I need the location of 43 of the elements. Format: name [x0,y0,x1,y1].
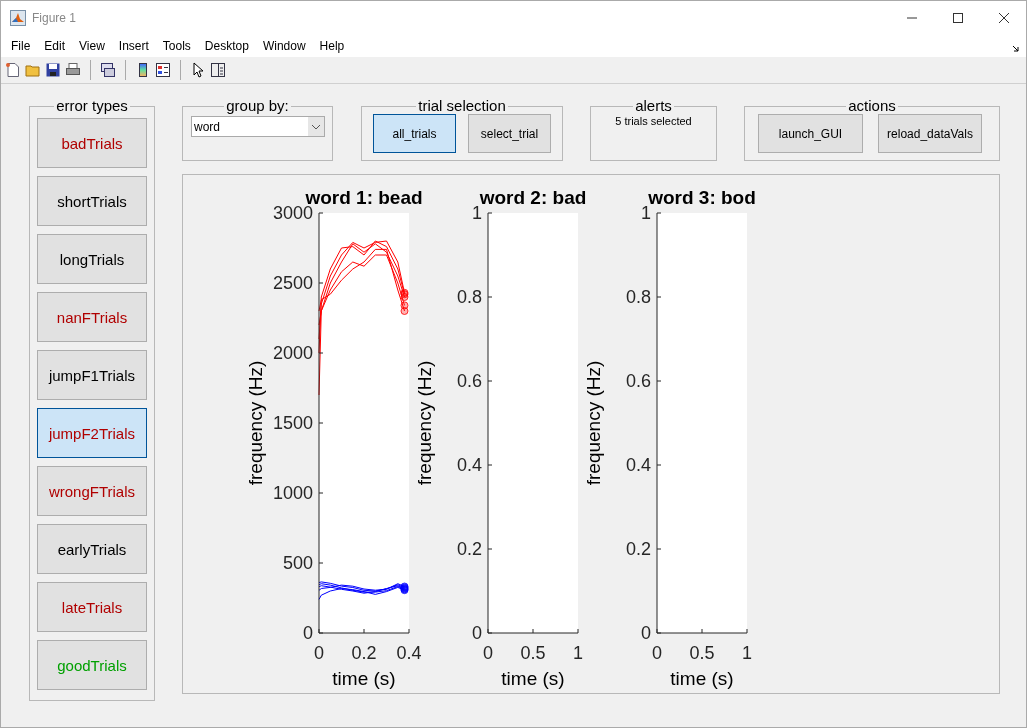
tick-label: 2000 [272,343,313,363]
tick-label: 0.4 [625,455,651,475]
tick-label: 0.2 [456,539,482,559]
axis-label: frequency (Hz) [414,360,435,486]
panel-title: group by: [225,99,290,113]
tick-label: 1500 [272,413,313,433]
panel-title: trial selection [417,99,507,113]
tick-label: 500 [282,553,313,573]
tick-label: 0.5 [689,643,715,663]
panel-title: error types [55,99,129,113]
axis-label: time (s) [332,668,396,689]
tick-label: 0.8 [456,287,482,307]
alert-message: 5 trials selected [614,115,693,127]
panel-title: alerts [634,99,673,113]
tick-label: 0.8 [625,287,651,307]
chart-title: word 3: bod [648,187,756,208]
chart-title: word 2: bad [479,187,587,208]
axis-label: time (s) [501,668,565,689]
window-title: Figure 1 [32,11,77,25]
axis-label: frequency (Hz) [583,360,604,486]
tick-label: 0.2 [625,539,651,559]
tick-label: 0 [641,623,651,643]
tick-label: 2500 [272,273,313,293]
panel-title: actions [847,99,897,113]
tick-label: 0 [303,623,313,643]
tick-label: 0 [483,643,493,663]
tick-label: 0.6 [456,371,482,391]
tick-label: 1 [472,203,482,223]
tick-label: 0.4 [396,643,422,663]
tick-label: 1 [573,643,583,663]
axis-label: frequency (Hz) [245,360,266,486]
tick-label: 1 [641,203,651,223]
tick-label: 0.4 [456,455,482,475]
tick-label: 3000 [272,203,313,223]
tick-label: 0 [652,643,662,663]
tick-label: 0 [472,623,482,643]
tick-label: 0.5 [520,643,546,663]
tick-label: 0 [314,643,324,663]
tick-label: 1000 [272,483,313,503]
tick-label: 0.6 [625,371,651,391]
tick-label: 0.2 [351,643,377,663]
axis-label: time (s) [670,668,734,689]
tick-label: 1 [742,643,752,663]
